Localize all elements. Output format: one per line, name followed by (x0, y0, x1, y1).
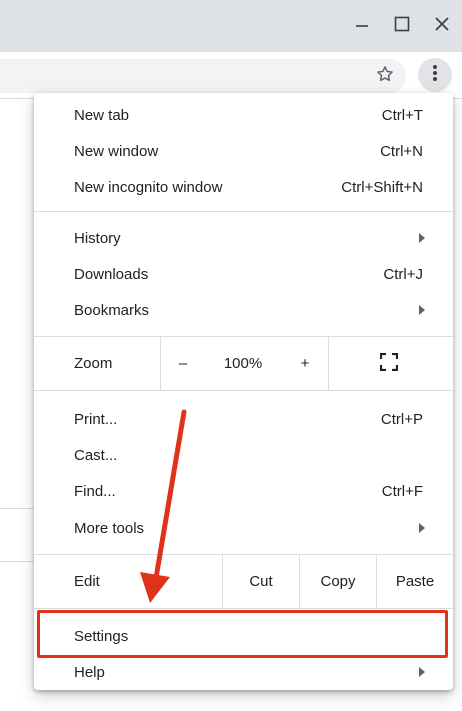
annotation-arrow (140, 409, 187, 603)
